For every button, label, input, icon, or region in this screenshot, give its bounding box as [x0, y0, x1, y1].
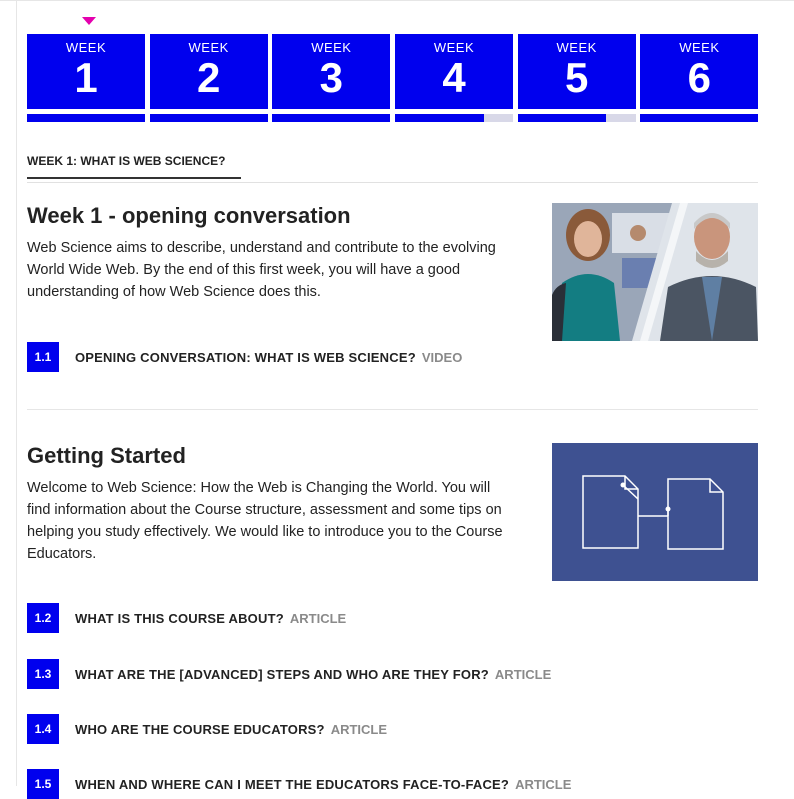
step-item[interactable]: 1.2 WHAT IS THIS COURSE ABOUT? ARTICLE [27, 603, 758, 633]
week-progress-bar [517, 114, 636, 122]
week-progress-fill [517, 114, 607, 122]
week-progress-fill [149, 114, 268, 122]
week-progress-fill [272, 114, 391, 122]
step-item[interactable]: 1.1 OPENING CONVERSATION: WHAT IS WEB SC… [27, 342, 758, 372]
week-label: WEEK [311, 40, 352, 55]
step-item[interactable]: 1.3 WHAT ARE THE [ADVANCED] STEPS AND WH… [27, 659, 758, 689]
step-type: ARTICLE [494, 666, 552, 682]
linked-documents-icon [582, 475, 724, 550]
step-item[interactable]: 1.4 WHO ARE THE COURSE EDUCATORS? ARTICL… [27, 714, 758, 744]
week-progress-bar [395, 114, 514, 122]
week-tab-5[interactable]: WEEK 5 [517, 34, 636, 122]
step-number-badge: 1.4 [27, 714, 59, 744]
linked-documents-thumbnail [552, 443, 758, 581]
step-item[interactable]: 1.5 WHEN AND WHERE CAN I MEET THE EDUCAT… [27, 769, 758, 799]
current-week-marker [82, 17, 96, 25]
week-navigation: WEEK 1 WEEK 2 WEEK 3 WEEK 4 WEEK 5 WEEK … [27, 34, 759, 122]
activity-section-opening: Week 1 - opening conversation Web Scienc… [27, 203, 758, 341]
step-title[interactable]: OPENING CONVERSATION: WHAT IS WEB SCIENC… [75, 350, 416, 365]
step-title[interactable]: WHO ARE THE COURSE EDUCATORS? [75, 722, 325, 737]
week-tab-1[interactable]: WEEK 1 [27, 34, 145, 122]
week-number: 3 [319, 54, 344, 101]
week-tab-6[interactable]: WEEK 6 [640, 34, 759, 122]
activity-tabs: WEEK 1: WHAT IS WEB SCIENCE? [27, 154, 758, 183]
week-tab-4[interactable]: WEEK 4 [395, 34, 514, 122]
educators-video-thumbnail[interactable] [552, 203, 758, 341]
week-tile[interactable]: WEEK 1 [27, 34, 145, 109]
week-number: 6 [687, 54, 712, 101]
week-progress-bar [640, 114, 759, 122]
activity-section-getting-started: Getting Started Welcome to Web Science: … [27, 443, 758, 581]
week-tile[interactable]: WEEK 6 [640, 34, 759, 109]
section-description: Welcome to Web Science: How the Web is C… [27, 480, 503, 562]
week-tile[interactable]: WEEK 5 [517, 34, 636, 109]
section-description: Web Science aims to describe, understand… [27, 240, 496, 300]
step-title[interactable]: WHEN AND WHERE CAN I MEET THE EDUCATORS … [75, 777, 509, 792]
week-tile[interactable]: WEEK 2 [149, 34, 268, 109]
week-progress-bar [27, 114, 145, 122]
step-title[interactable]: WHAT ARE THE [ADVANCED] STEPS AND WHO AR… [75, 667, 489, 682]
step-type: ARTICLE [515, 776, 572, 792]
week-tile[interactable]: WEEK 3 [272, 34, 391, 109]
section-divider [27, 409, 758, 410]
video-thumbnail-image [552, 203, 758, 341]
step-number-badge: 1.1 [27, 342, 59, 372]
week-progress-bar [149, 114, 268, 122]
step-type: VIDEO [421, 349, 463, 365]
step-number-badge: 1.2 [27, 603, 59, 633]
course-content: WEEK 1 WEEK 2 WEEK 3 WEEK 4 WEEK 5 WEEK … [27, 0, 759, 799]
step-number-badge: 1.5 [27, 769, 59, 799]
week-label: WEEK [433, 40, 475, 55]
week-number: 1 [74, 54, 98, 101]
step-number-badge: 1.3 [27, 659, 59, 689]
week-progress-fill [27, 114, 145, 122]
step-title[interactable]: WHAT IS THIS COURSE ABOUT? [75, 611, 284, 626]
week-number: 2 [196, 54, 221, 101]
week-label: WEEK [188, 40, 229, 55]
step-type: ARTICLE [330, 721, 388, 737]
week-label: WEEK [65, 40, 107, 55]
week-progress-fill [395, 114, 484, 122]
week-tab-3[interactable]: WEEK 3 [272, 34, 391, 122]
tab-week-1-activity[interactable]: WEEK 1: WHAT IS WEB SCIENCE? [27, 154, 241, 179]
week-number: 4 [442, 54, 466, 101]
week-label: WEEK [556, 40, 597, 55]
left-border [16, 0, 17, 786]
week-progress-bar [272, 114, 391, 122]
step-type: ARTICLE [289, 610, 347, 626]
week-label: WEEK [679, 40, 720, 55]
week-tile[interactable]: WEEK 4 [395, 34, 514, 109]
week-tab-2[interactable]: WEEK 2 [149, 34, 268, 122]
week-number: 5 [565, 54, 589, 101]
week-progress-fill [640, 114, 759, 122]
